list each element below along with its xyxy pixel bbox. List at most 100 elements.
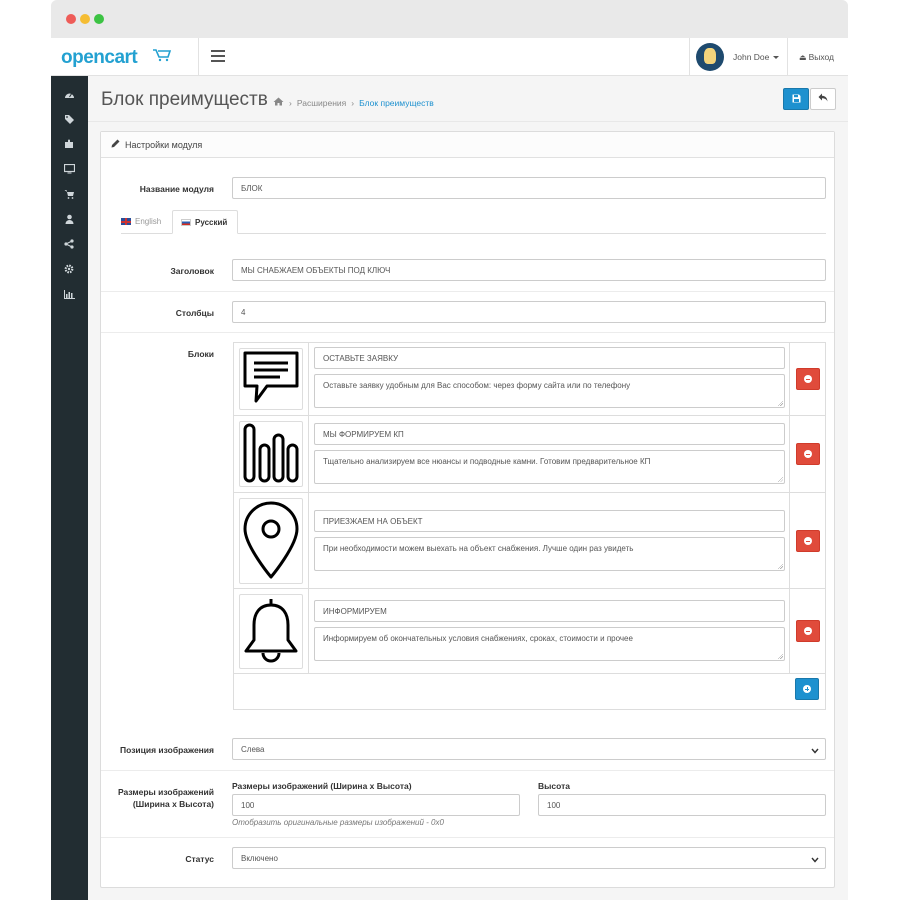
block-title-input[interactable]: ИНФОРМИРУЕМ [314,600,785,622]
customers-user-icon[interactable] [62,213,76,225]
logout-link[interactable]: ⏏ Выход [799,52,834,62]
image-position-value: Слева [241,745,265,754]
block-description-textarea[interactable]: При необходимости можем выехать на объек… [314,537,785,571]
image-position-select[interactable]: Слева [232,738,826,760]
block-description-textarea[interactable]: Информируем об окончательных условия сна… [314,627,785,661]
block-image-thumb[interactable] [239,348,303,410]
reports-chart-icon[interactable] [62,288,76,300]
sidebar [51,76,88,900]
sign-out-icon: ⏏ [799,53,807,62]
heading-input[interactable]: МЫ СНАБЖАЕМ ОБЪЕКТЫ ПОД КЛЮЧ [232,259,826,281]
block-description-text: Информируем об окончательных условия сна… [323,634,633,643]
user-menu[interactable]: John Doe [733,52,780,62]
page-title: Блок преимуществ [101,89,268,110]
catalog-tag-icon[interactable] [62,113,76,125]
add-block-button[interactable] [795,678,819,700]
menu-toggle-icon[interactable] [211,50,225,62]
block-title-input[interactable]: МЫ ФОРМИРУЕМ КП [314,423,785,445]
uk-flag-icon [121,218,131,225]
block-text-cell: ПРИЕЗЖАЕМ НА ОБЪЕКТ При необходимости мо… [310,493,790,588]
tab-russian[interactable]: Русский [172,210,238,234]
header-divider [787,38,788,76]
ru-flag-icon [181,219,191,226]
header-divider [689,38,690,76]
tab-english[interactable]: English [113,210,169,234]
pencil-icon [111,139,120,150]
block-description-textarea[interactable]: Оставьте заявку удобным для Вас способом… [314,374,785,408]
heading-label: Заголовок [170,266,214,276]
columns-input[interactable]: 4 [232,301,826,323]
block-image-thumb[interactable] [239,594,303,669]
sales-cart-icon[interactable] [62,188,76,200]
minus-circle-icon [804,537,812,545]
main-content: Блок преимуществ › Расширения › Блок пре… [88,76,848,900]
tab-english-label: English [135,217,162,226]
block-description-text: Оставьте заявку удобным для Вас способом… [323,381,631,390]
reply-arrow-icon [818,93,828,105]
row-divider [101,837,834,838]
tab-russian-label: Русский [195,218,228,227]
chat-bubble-icon [241,350,301,408]
resize-grip-icon[interactable] [777,653,783,659]
block-action-cell [791,343,825,415]
row-divider [101,770,834,771]
close-window-dot[interactable] [66,14,76,24]
block-image-cell [234,493,309,588]
caret-down-icon [773,56,780,60]
panel-heading: Настройки модуля [101,132,834,158]
block-row: МЫ ФОРМИРУЕМ КП Тщательно анализируем вс… [234,416,825,493]
marketing-share-icon[interactable] [62,238,76,250]
status-label: Статус [185,854,214,864]
block-image-thumb[interactable] [239,498,303,584]
logout-label: Выход [808,52,834,62]
cart-logo-icon [152,48,172,65]
minus-circle-icon [804,627,812,635]
image-height-input[interactable]: 100 [538,794,826,816]
image-size-label: Размеры изображений (Ширина x Высота) [117,787,214,809]
block-row: ОСТАВЬТЕ ЗАЯВКУ Оставьте заявку удобным … [234,343,825,416]
remove-block-button[interactable] [796,620,820,642]
maximize-window-dot[interactable] [94,14,104,24]
breadcrumb-current[interactable]: Блок преимуществ [359,98,434,108]
block-title-input[interactable]: ПРИЕЗЖАЕМ НА ОБЪЕКТ [314,510,785,532]
block-action-cell [791,589,825,673]
block-text-cell: ИНФОРМИРУЕМ Информируем об окончательных… [310,589,790,673]
breadcrumb-extensions[interactable]: Расширения [297,98,346,108]
bars-chart-icon [241,422,301,486]
blocks-table: ОСТАВЬТЕ ЗАЯВКУ Оставьте заявку удобным … [233,342,826,710]
back-button[interactable] [810,88,836,110]
dashboard-icon[interactable] [62,88,76,100]
breadcrumb-separator: › [351,98,355,108]
opencart-logo[interactable]: opencart [61,47,138,69]
image-width-input[interactable]: 100 [232,794,520,816]
chevron-down-icon [811,746,819,756]
breadcrumb-separator: › [289,98,292,108]
title-divider [88,121,848,122]
block-row: ПРИЕЗЖАЕМ НА ОБЪЕКТ При необходимости мо… [234,493,825,589]
block-description-text: Тщательно анализируем все нюансы и подво… [323,457,651,466]
image-size-help: Отобразить оригинальные размеры изображе… [232,818,444,827]
design-monitor-icon[interactable] [62,163,76,175]
home-icon[interactable] [273,97,284,109]
plus-circle-icon [803,685,811,693]
module-name-label: Название модуля [139,184,214,194]
remove-block-button[interactable] [796,443,820,465]
remove-block-button[interactable] [796,368,820,390]
save-button[interactable] [783,88,809,110]
status-select[interactable]: Включено [232,847,826,869]
block-description-textarea[interactable]: Тщательно анализируем все нюансы и подво… [314,450,785,484]
image-position-label: Позиция изображения [120,745,214,755]
minimize-window-dot[interactable] [80,14,90,24]
resize-grip-icon[interactable] [777,400,783,406]
module-name-input[interactable]: БЛОК [232,177,826,199]
block-title-input[interactable]: ОСТАВЬТЕ ЗАЯВКУ [314,347,785,369]
extensions-puzzle-icon[interactable] [62,138,76,150]
avatar[interactable] [696,43,724,71]
resize-grip-icon[interactable] [777,476,783,482]
block-image-thumb[interactable] [239,421,303,487]
resize-grip-icon[interactable] [777,563,783,569]
settings-gear-icon[interactable] [62,263,76,275]
remove-block-button[interactable] [796,530,820,552]
block-action-cell [791,493,825,588]
save-icon [792,94,801,105]
